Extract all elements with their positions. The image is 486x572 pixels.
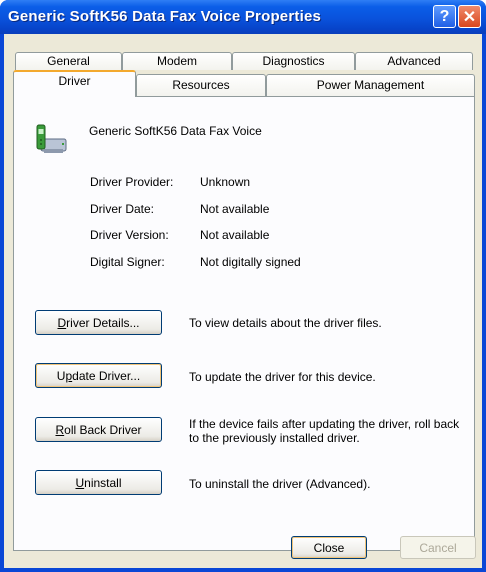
dialog-client: General Modem Diagnostics Advanced Drive… (4, 34, 482, 568)
tab-general[interactable]: General (15, 52, 122, 70)
driver-tab-panel: Generic SoftK56 Data Fax Voice Driver Pr… (13, 96, 475, 551)
close-window-button[interactable]: ✕ (458, 5, 481, 28)
driver-version-label: Driver Version: (90, 228, 169, 242)
uninstall-button[interactable]: Uninstall (35, 470, 162, 495)
update-driver-desc: To update the driver for this device. (189, 370, 376, 384)
driver-date-label: Driver Date: (90, 202, 155, 216)
tab-power-management[interactable]: Power Management (266, 74, 475, 96)
close-icon: ✕ (462, 8, 477, 26)
driver-provider-value: Unknown (200, 175, 251, 189)
update-driver-button[interactable]: Update Driver... (35, 363, 162, 388)
roll-back-driver-desc: If the device fails after updating the d… (189, 417, 460, 445)
update-driver-label: Update Driver... (56, 368, 141, 383)
help-icon: ? (439, 7, 450, 25)
tab-diagnostics[interactable]: Diagnostics (232, 52, 355, 70)
driver-date-value: Not available (200, 202, 270, 216)
digital-signer-value: Not digitally signed (200, 255, 301, 269)
title-bar[interactable]: Generic SoftK56 Data Fax Voice Propertie… (0, 0, 486, 34)
digital-signer-label: Digital Signer: (90, 255, 165, 269)
cancel-button-label: Cancel (419, 540, 457, 555)
close-button[interactable]: Close (291, 536, 367, 559)
close-button-label: Close (313, 540, 345, 555)
help-button[interactable]: ? (433, 5, 456, 28)
roll-back-driver-button[interactable]: Roll Back Driver (35, 417, 162, 442)
tab-advanced[interactable]: Advanced (355, 52, 473, 70)
uninstall-desc: To uninstall the driver (Advanced). (189, 477, 371, 491)
driver-details-label: Driver Details... (57, 315, 140, 330)
driver-details-desc: To view details about the driver files. (189, 316, 382, 330)
uninstall-label: Uninstall (75, 475, 122, 490)
properties-window: Generic SoftK56 Data Fax Voice Propertie… (0, 0, 486, 572)
window-title: Generic SoftK56 Data Fax Voice Propertie… (8, 8, 322, 25)
tab-modem[interactable]: Modem (122, 52, 232, 70)
modem-phone-icon (34, 123, 70, 159)
tab-resources[interactable]: Resources (136, 74, 266, 96)
device-name: Generic SoftK56 Data Fax Voice (89, 124, 262, 138)
driver-provider-label: Driver Provider: (90, 175, 174, 189)
driver-version-value: Not available (200, 228, 270, 242)
driver-details-button[interactable]: Driver Details... (35, 310, 162, 335)
roll-back-driver-label: Roll Back Driver (55, 422, 142, 437)
cancel-button[interactable]: Cancel (400, 536, 476, 559)
tab-driver[interactable]: Driver (13, 70, 136, 97)
